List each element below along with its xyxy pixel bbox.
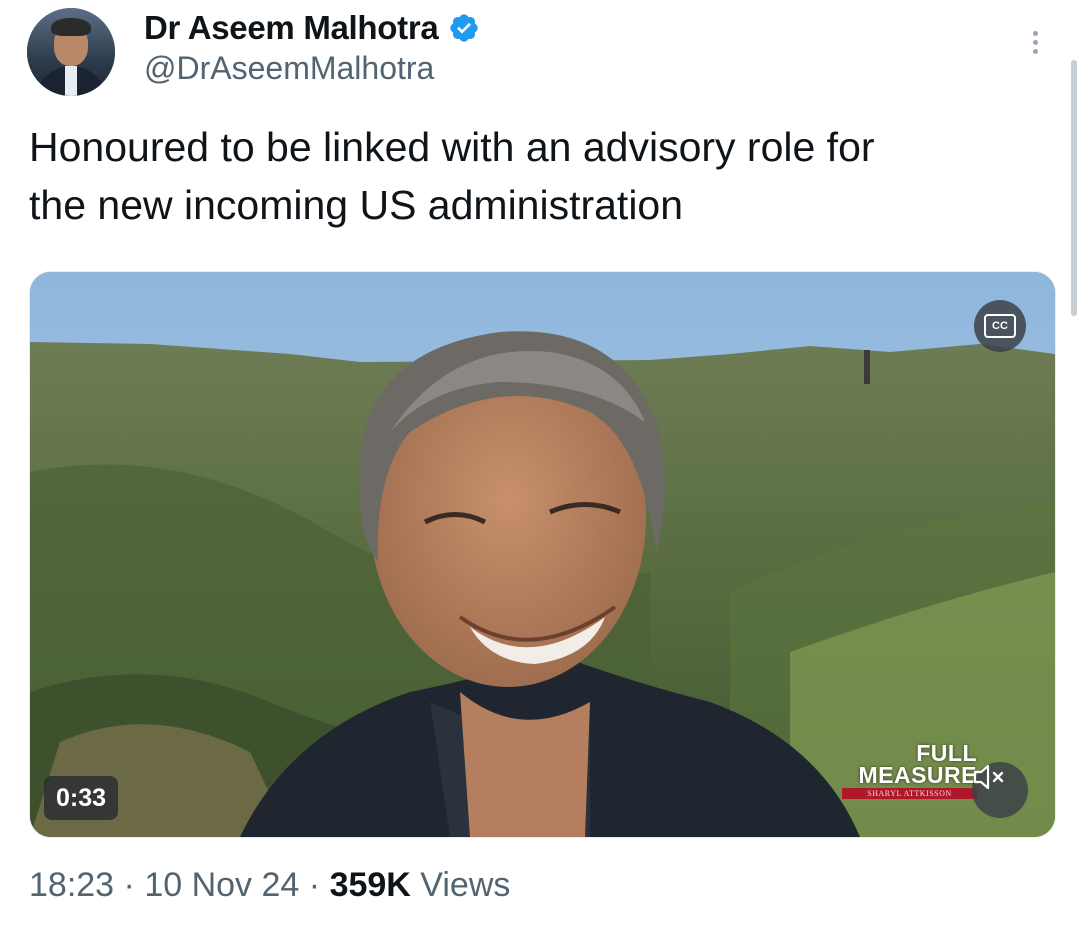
more-options-icon[interactable] [1020, 28, 1050, 58]
tweet-time[interactable]: 18:23 [29, 866, 114, 904]
verified-badge-icon [450, 14, 479, 42]
views-label: Views [420, 866, 511, 904]
author-handle[interactable]: @DrAseemMalhotra [144, 50, 434, 87]
video-duration: 0:33 [44, 776, 119, 820]
scrollbar[interactable] [1071, 60, 1077, 316]
tweet-meta: 18:23 · 10 Nov 24 · 359K Views [29, 866, 510, 905]
video-player[interactable]: CC FULL MEASURE SHARYL ATTKISSON 0:33 [29, 271, 1056, 838]
speaker-muted-icon [973, 764, 1004, 790]
author-row: Dr Aseem Malhotra [144, 8, 480, 48]
mute-button[interactable] [972, 762, 1028, 818]
full-measure-logo: FULL MEASURE SHARYL ATTKISSON [842, 742, 977, 799]
tweet: Dr Aseem Malhotra @DrAseemMalhotra Honou… [0, 0, 1080, 933]
tweet-text: Honoured to be linked with an advisory r… [29, 124, 875, 228]
avatar[interactable] [27, 8, 115, 96]
closed-captions-button[interactable]: CC [974, 300, 1026, 352]
tweet-date[interactable]: 10 Nov 24 [144, 866, 299, 904]
meta-separator: · [308, 866, 321, 904]
cc-label: CC [984, 314, 1016, 338]
author-name[interactable]: Dr Aseem Malhotra [144, 9, 439, 47]
meta-separator: · [123, 866, 135, 904]
views-count[interactable]: 359K [330, 866, 411, 904]
